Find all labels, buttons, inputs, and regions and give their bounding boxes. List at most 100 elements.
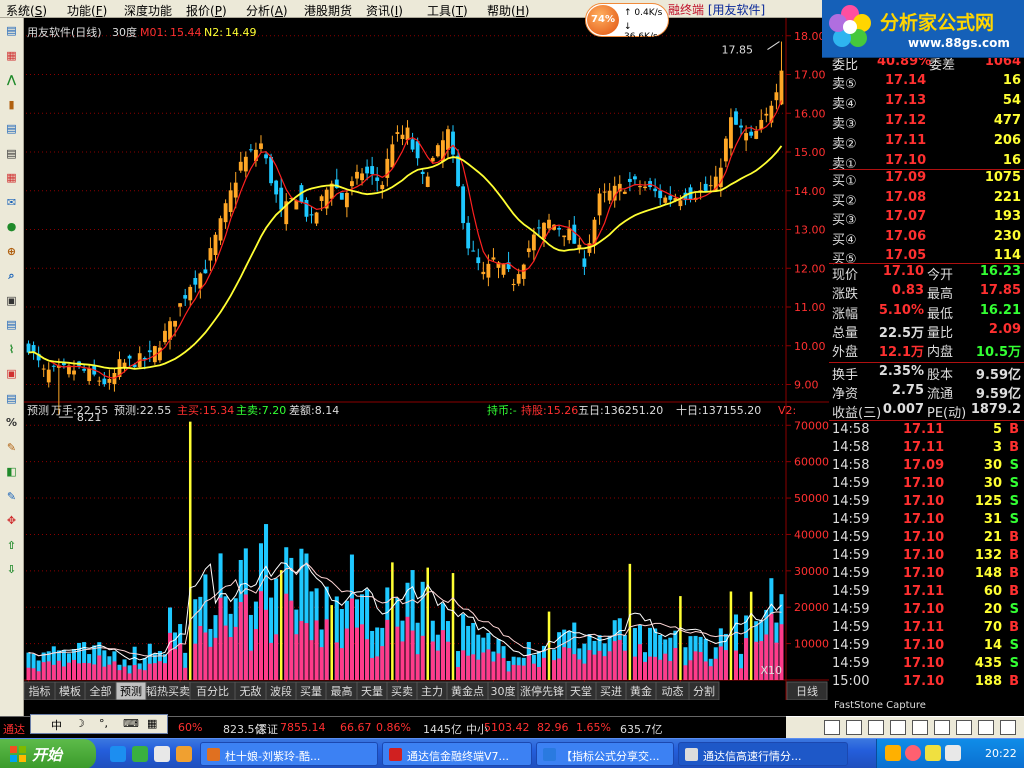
candle-body[interactable]	[309, 214, 314, 216]
menu-item-deep[interactable]: 深度功能	[124, 2, 172, 19]
candle-body[interactable]	[72, 370, 76, 375]
ime-toolbar[interactable]: 中 ☽ °, ⌨ ▦	[30, 714, 168, 734]
candle-body[interactable]	[82, 368, 87, 371]
capture-tool-button[interactable]	[978, 720, 994, 735]
left-toolbar-icon[interactable]: ●	[3, 218, 20, 235]
ime-button[interactable]: ☽	[75, 717, 85, 730]
candle-body[interactable]	[723, 138, 728, 162]
left-toolbar-icon[interactable]: ▦	[3, 47, 20, 64]
volume-bar[interactable]	[749, 591, 753, 680]
candle-body[interactable]	[193, 278, 198, 285]
kline-chart[interactable]: 9.00 10.00 11.00 12.00 13.00 14.00 15.00 16.00 1…	[24, 18, 829, 700]
candle-body[interactable]	[466, 222, 471, 249]
tray-network-icon[interactable]	[905, 745, 921, 761]
menu-item-function[interactable]: 功能(F)	[67, 2, 107, 19]
capture-tool-button[interactable]	[890, 720, 906, 735]
menu-item-analysis[interactable]: 分析(A)	[246, 2, 288, 19]
left-toolbar-icon[interactable]: ▦	[3, 169, 20, 186]
candle-body[interactable]	[274, 180, 279, 195]
tray-volume-icon[interactable]	[925, 745, 941, 761]
candle-body[interactable]	[410, 139, 415, 150]
candle-body[interactable]	[360, 173, 364, 181]
capture-tool-button[interactable]	[824, 720, 840, 735]
candle-body[interactable]	[481, 271, 486, 275]
candle-body[interactable]	[633, 176, 637, 180]
capture-tool-button[interactable]	[868, 720, 884, 735]
left-toolbar-icon[interactable]: ✉	[3, 194, 20, 211]
start-button[interactable]: 开始	[0, 739, 96, 768]
candle-body[interactable]	[627, 178, 632, 182]
left-toolbar-icon[interactable]: %	[3, 414, 20, 431]
tray-app-icon[interactable]	[885, 745, 901, 761]
candle-body[interactable]	[279, 187, 284, 210]
candle-body[interactable]	[269, 156, 274, 184]
candle-body[interactable]	[521, 264, 526, 279]
app-quicklaunch-icon[interactable]	[176, 746, 192, 762]
menu-item-tools[interactable]: 工具(T)	[427, 2, 468, 19]
candle-body[interactable]	[597, 193, 602, 216]
candle-body[interactable]	[749, 131, 754, 136]
left-toolbar-icon[interactable]: ⇧	[3, 537, 20, 554]
candle-body[interactable]	[208, 248, 213, 261]
task-music-player[interactable]: 杜十娘-刘紫玲-酷...	[200, 742, 378, 766]
capture-tool-button[interactable]	[1000, 720, 1016, 735]
volume-bar[interactable]	[330, 605, 333, 680]
task-tdx-quotes[interactable]: 通达信高速行情分...	[678, 742, 848, 766]
candle-body[interactable]	[233, 182, 238, 198]
candle-body[interactable]	[562, 235, 567, 238]
candle-body[interactable]	[223, 203, 228, 223]
candle-body[interactable]	[163, 330, 167, 343]
candle-body[interactable]	[486, 263, 491, 278]
left-toolbar-icon[interactable]: ▤	[3, 22, 20, 39]
candle-body[interactable]	[526, 248, 531, 252]
desktop-quicklaunch-icon[interactable]	[154, 746, 170, 762]
tray-safety-icon[interactable]	[945, 745, 961, 761]
menu-item-help[interactable]: 帮助(H)	[487, 2, 529, 19]
candle-body[interactable]	[375, 177, 380, 181]
candle-body[interactable]	[536, 227, 541, 229]
left-toolbar-icon[interactable]: ✎	[3, 439, 20, 456]
candle-body[interactable]	[476, 257, 481, 264]
capture-tool-button[interactable]	[934, 720, 950, 735]
candle-body[interactable]	[703, 183, 708, 191]
candle-body[interactable]	[248, 149, 253, 151]
volume-bar[interactable]	[628, 563, 632, 680]
left-toolbar-icon[interactable]: ⇩	[3, 561, 20, 578]
candle-body[interactable]	[471, 250, 476, 252]
candle-body[interactable]	[304, 199, 309, 217]
candle-body[interactable]	[456, 155, 460, 187]
left-toolbar-icon[interactable]: ▣	[3, 365, 20, 382]
menu-item-quote[interactable]: 报价(P)	[186, 2, 227, 19]
candle-body[interactable]	[582, 258, 587, 267]
candle-body[interactable]	[127, 355, 132, 359]
candle-body[interactable]	[173, 320, 177, 327]
candle-body[interactable]	[658, 190, 663, 199]
candle-body[interactable]	[779, 70, 784, 105]
candle-body[interactable]	[653, 188, 658, 192]
left-toolbar-icon[interactable]: ▤	[3, 120, 20, 137]
candle-body[interactable]	[157, 347, 162, 361]
left-toolbar-icon[interactable]: ▮	[3, 96, 20, 113]
candle-body[interactable]	[511, 283, 516, 286]
candle-body[interactable]	[87, 368, 92, 382]
candle-body[interactable]	[198, 273, 203, 289]
candle-body[interactable]	[350, 181, 354, 187]
candle-body[interactable]	[501, 264, 506, 275]
candle-body[interactable]	[729, 117, 733, 149]
candle-body[interactable]	[405, 127, 410, 141]
candle-body[interactable]	[365, 166, 370, 174]
faststone-capture-bar[interactable]: FastStone Capture	[786, 700, 1024, 738]
candle-body[interactable]	[678, 200, 683, 207]
candle-body[interactable]	[759, 119, 764, 130]
candle-body[interactable]	[744, 133, 749, 141]
volume-bar[interactable]	[279, 570, 283, 680]
candle-body[interactable]	[26, 343, 31, 353]
candle-body[interactable]	[355, 171, 359, 179]
candle-body[interactable]	[602, 191, 607, 193]
left-toolbar-icon[interactable]: ⌕	[3, 267, 20, 284]
left-toolbar-icon[interactable]: ▤	[3, 145, 20, 162]
candle-body[interactable]	[178, 303, 183, 307]
candle-body[interactable]	[764, 113, 769, 116]
candle-body[interactable]	[516, 274, 521, 284]
volume-bar[interactable]	[451, 573, 455, 680]
